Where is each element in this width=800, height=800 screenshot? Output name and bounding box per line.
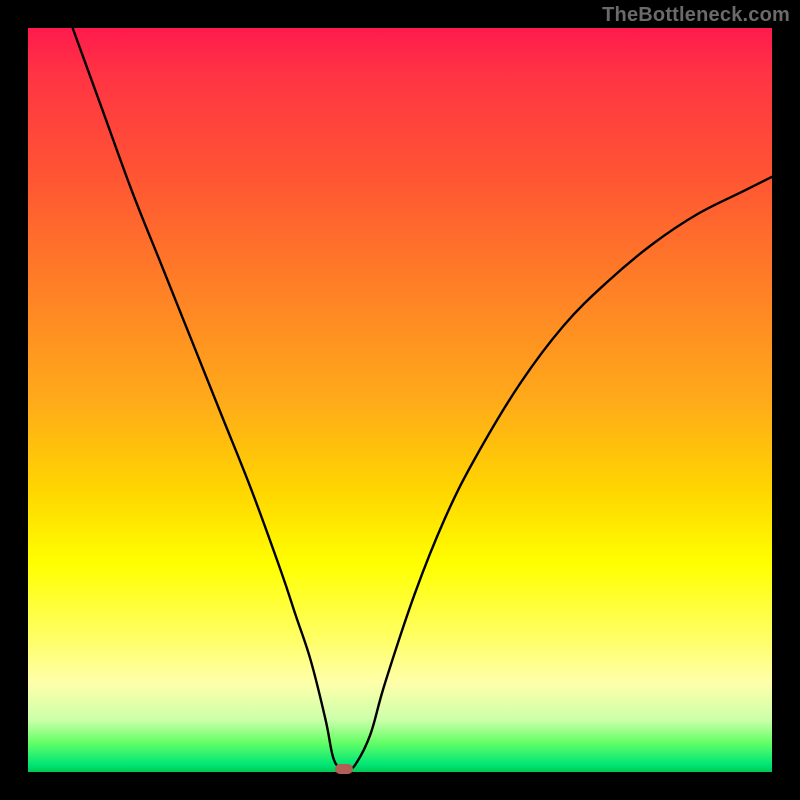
plot-area	[28, 28, 772, 772]
watermark-text: TheBottleneck.com	[602, 4, 790, 27]
optimum-marker	[335, 764, 353, 774]
curve-layer	[28, 28, 772, 772]
bottleneck-curve	[73, 28, 772, 769]
chart-frame: TheBottleneck.com	[0, 0, 800, 800]
